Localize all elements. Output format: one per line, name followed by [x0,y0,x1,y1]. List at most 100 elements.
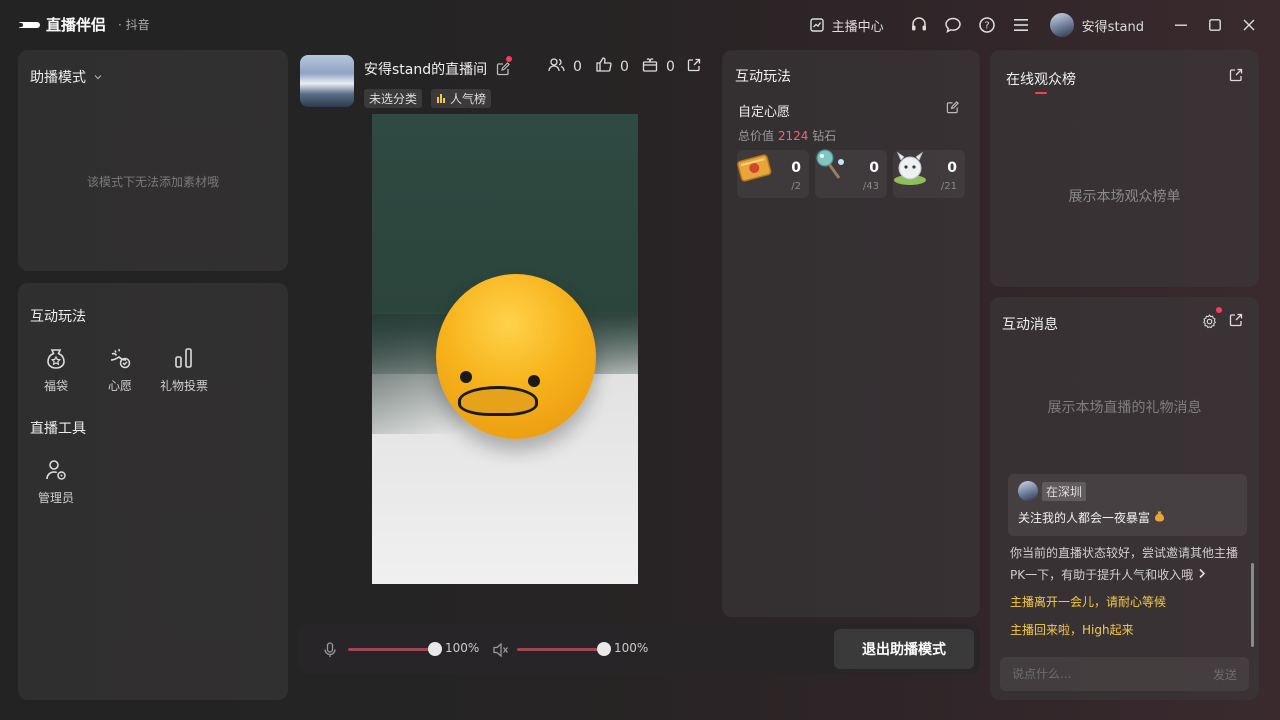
viewers-value: 0 [573,58,582,75]
tool-label: 心愿 [107,379,132,393]
popularity-tag[interactable]: 人气榜 [431,89,492,108]
tool-label: 礼物投票 [159,379,208,393]
audience-title: 在线观众榜 [1006,72,1076,88]
user-profile[interactable]: 安得stand [1049,13,1144,37]
messages-title: 互动消息 [1002,317,1058,333]
notice-back-message: 主播回来啦，High起来 [1010,623,1134,637]
mic-volume-handle[interactable] [428,642,442,656]
lucky-bag-icon [43,345,69,371]
total-prefix: 总价值 [738,129,775,143]
close-button[interactable] [1232,0,1266,50]
username: 安得stand [1081,19,1144,35]
notification-dot [506,56,512,62]
custom-wish-title: 自定心愿 [738,105,791,120]
category-tag[interactable]: 未选分类 [364,89,423,108]
ticket-gift-icon [733,146,775,188]
toy-left-eye [460,371,472,383]
announcement-avatar [1018,481,1038,501]
assist-mode-dropdown[interactable]: 助播模式 [30,67,104,87]
title-bar: 直播伴侣 · 抖音 主播中心 ? 安得stand [0,0,1280,50]
viewers-icon [548,57,565,76]
messages-empty-note: 展示本场直播的礼物消息 [1047,400,1202,416]
lucky-bag-button[interactable]: 福袋 [26,345,86,394]
creature-gift-icon [889,146,931,188]
thumbs-up-icon [596,57,612,76]
interactive-section-title: 互动玩法 [30,309,86,325]
send-button[interactable]: 发送 [1213,666,1237,683]
notice-away-message: 主播离开一会儿，请耐心等候 [1010,595,1167,609]
location-tag: 在深圳 [1042,482,1087,501]
messages-popout-icon[interactable] [1228,312,1244,328]
chat-input-box: 发送 [1000,657,1249,691]
mic-volume-percent: 100% [445,641,480,655]
mode-empty-note: 该模式下无法添加素材哦 [86,175,219,189]
chat-input[interactable] [1012,667,1213,681]
chat-bubble-icon[interactable] [943,15,963,35]
audience-empty-note: 展示本场观众榜单 [1068,189,1181,205]
mic-volume-slider[interactable] [348,648,435,651]
popularity-label: 人气榜 [450,92,487,106]
room-cover-image[interactable] [300,55,354,107]
wish-total-value: 总价值 2124 钻石 [738,127,836,144]
messages-scrollbar[interactable] [1251,563,1254,647]
speaker-volume-slider[interactable] [517,648,604,651]
gift-vote-button[interactable]: 礼物投票 [154,345,214,394]
wish-button[interactable]: 心愿 [90,345,150,394]
games-title: 互动玩法 [735,69,791,85]
gift-count: 0 [642,57,675,76]
gudetama-toy-image [436,274,596,439]
wish-icon [107,345,133,371]
gift-box-icon [642,57,658,76]
live-video-preview[interactable] [372,114,638,584]
gift-target: /43 [862,181,879,192]
wish-gift-card[interactable]: 0 /43 [815,149,887,198]
svg-text:?: ? [984,21,989,32]
speaker-volume-handle[interactable] [597,642,611,656]
speaker-volume-percent: 100% [614,641,649,655]
chevron-right-icon [1197,568,1207,582]
wish-gift-card[interactable]: 0 /21 [893,150,965,198]
edit-wish-icon[interactable] [944,99,960,115]
category-label: 未选分类 [369,92,418,106]
gift-count: 0 [791,160,801,176]
menu-icon[interactable] [1011,15,1031,35]
announcement-label: 关注我的人都会一夜暴富 [1018,511,1151,525]
vote-chart-icon [171,345,197,371]
edit-room-icon[interactable] [495,61,511,77]
gift-count: 0 [869,160,879,176]
platform-name: · 抖音 [118,18,150,32]
toy-right-eye [528,375,540,387]
anchor-center-button[interactable]: 主播中心 [807,15,884,35]
viewer-count: 0 [548,57,582,76]
gift-target: /2 [791,181,801,192]
microphone-icon[interactable] [320,640,340,660]
settings-icon[interactable] [1200,312,1218,330]
chevron-down-icon [92,71,104,83]
likes-value: 0 [620,58,629,75]
tool-label: 福袋 [43,379,68,393]
settings-notification-dot [1216,307,1222,313]
popout-icon[interactable] [686,57,702,73]
audience-popout-icon[interactable] [1228,67,1244,83]
gift-target: /21 [940,181,957,192]
speaker-muted-icon[interactable] [490,640,510,660]
exit-assist-mode-button[interactable]: 退出助播模式 [834,629,974,669]
minimize-button[interactable] [1164,0,1198,50]
logo-mark-icon [15,21,40,28]
toy-mouth [458,386,538,416]
live-tools-section-title: 直播工具 [30,421,86,437]
maximize-button[interactable] [1198,0,1232,50]
money-bag-icon [1154,511,1165,525]
wand-gift-icon [811,146,853,188]
gift-count: 0 [947,160,957,176]
admin-icon [43,457,69,483]
app-name: 直播伴侣 [46,16,107,34]
admin-button[interactable]: 管理员 [26,457,86,506]
pk-tip-message[interactable]: 你当前的直播状态较好，尝试邀请其他主播PK一下，有助于提升人气和收入哦 [1010,542,1246,586]
wish-gift-card[interactable]: 0 /2 [737,150,809,198]
help-icon[interactable]: ? [977,15,997,35]
audience-tab-underline [1035,92,1047,94]
announcement-text: 关注我的人都会一夜暴富 [1018,507,1165,529]
headset-icon[interactable] [909,15,929,35]
like-count: 0 [596,57,629,76]
